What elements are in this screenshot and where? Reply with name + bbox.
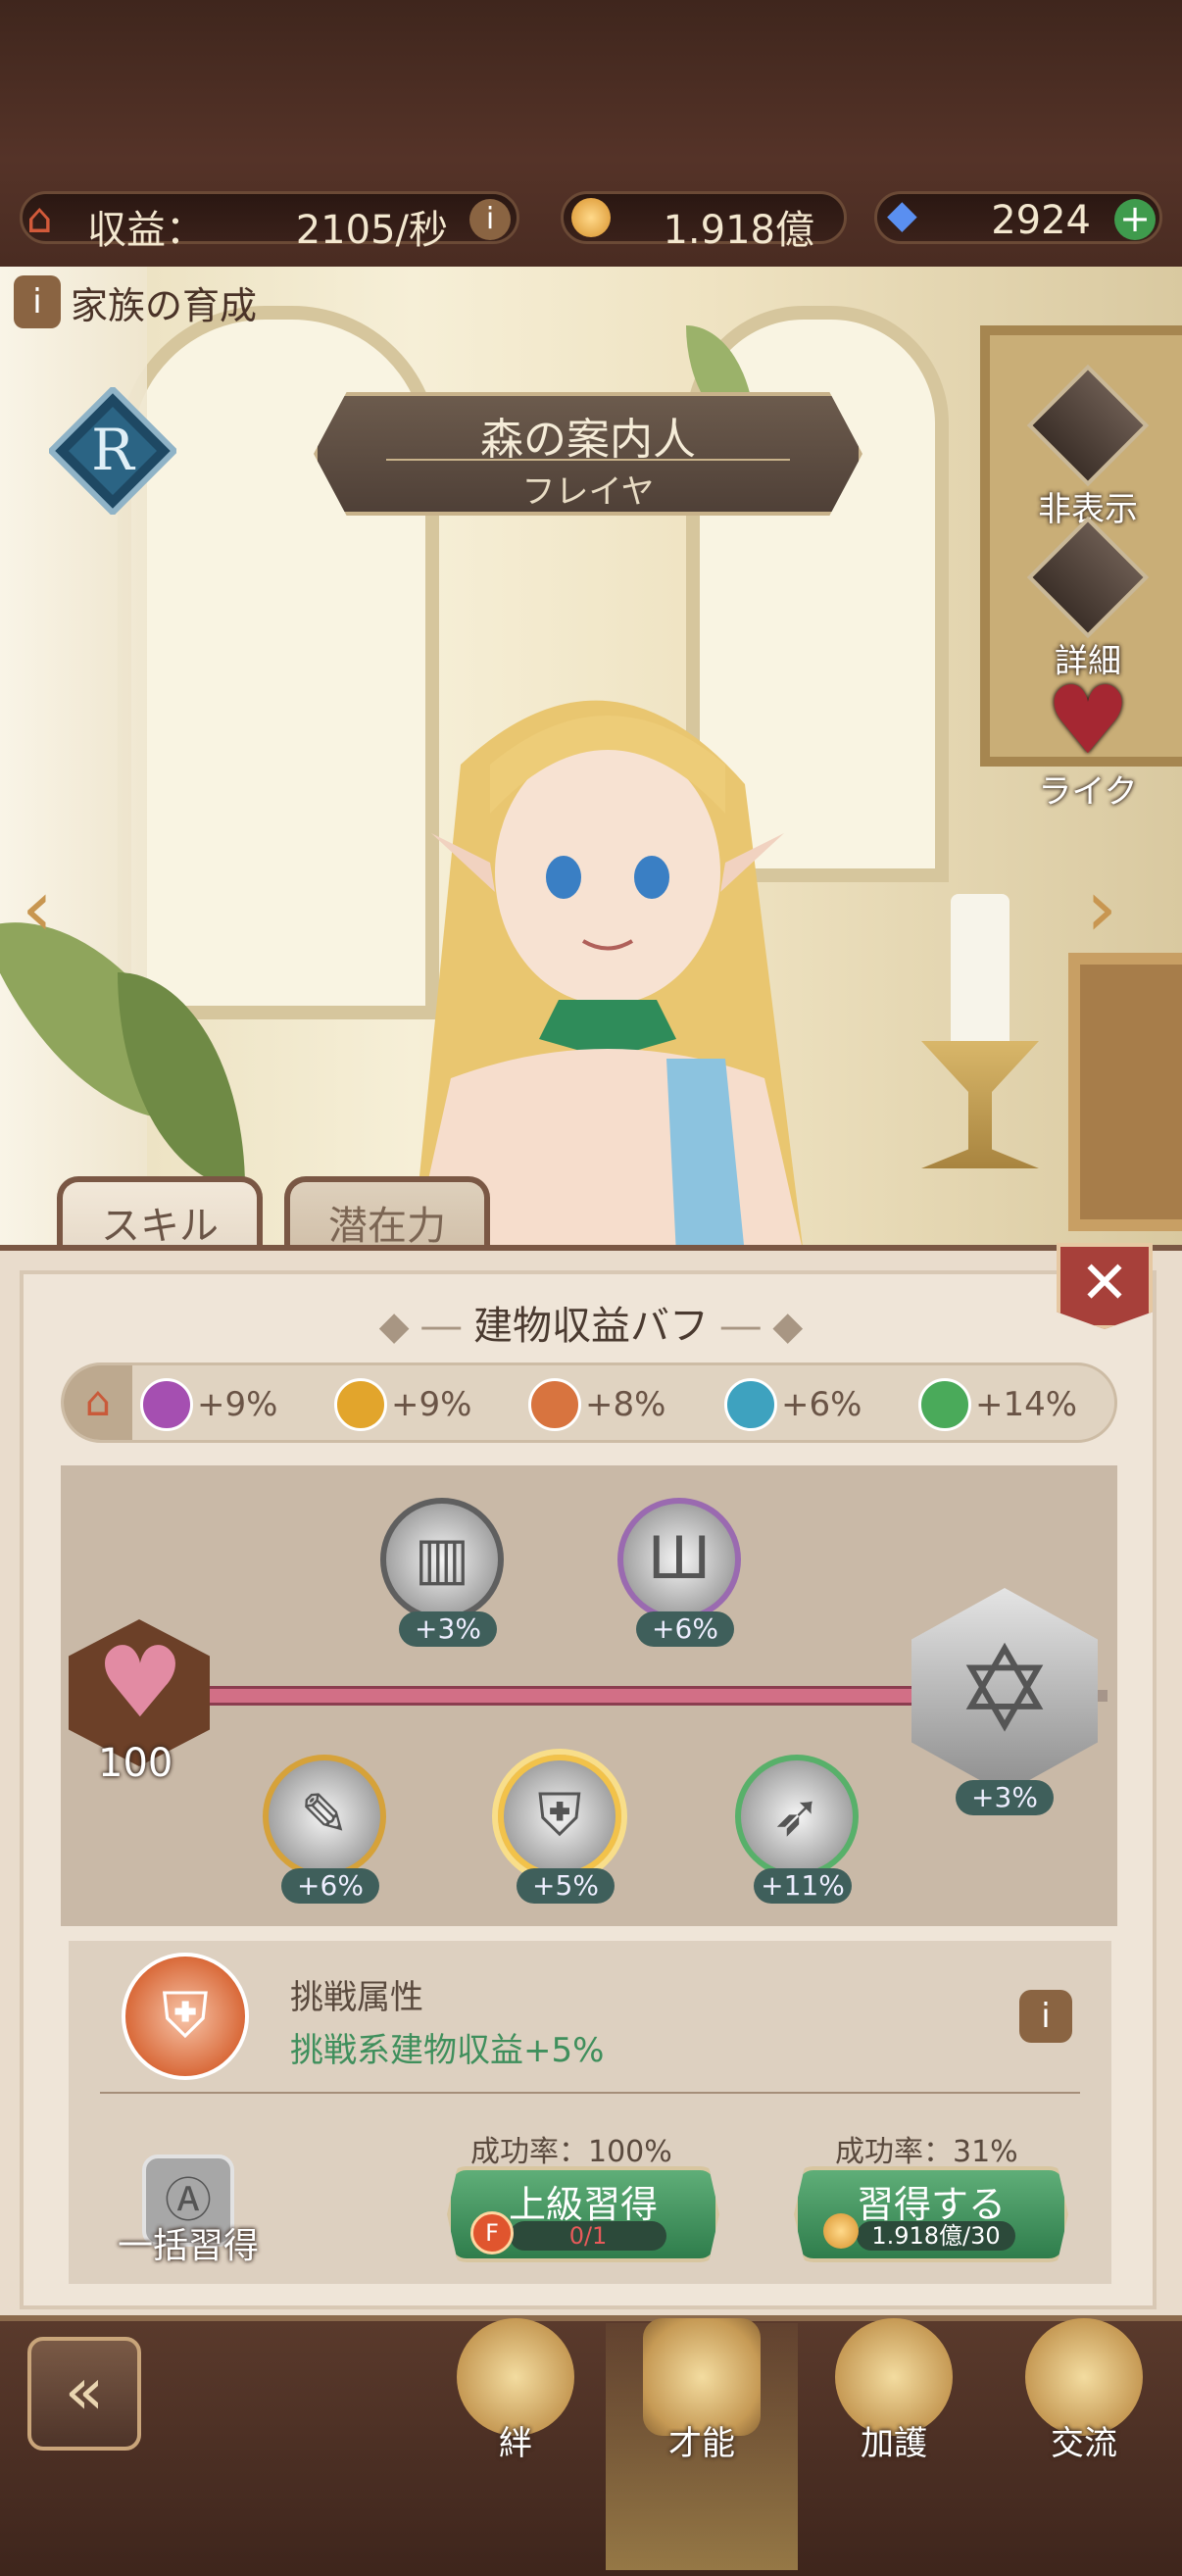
tree-progress-line: [176, 1686, 921, 1706]
info-icon[interactable]: i: [469, 199, 511, 240]
sword-shield-icon: ⛨: [537, 1781, 582, 1850]
skill-node-broom[interactable]: ✎ +6%: [263, 1755, 386, 1904]
like-button[interactable]: ♥ ライク: [1029, 666, 1147, 813]
nav-bond[interactable]: 絆: [447, 2318, 584, 2465]
income-display: ⌂ 収益： 2105/秒 i: [20, 191, 519, 253]
eye-icon: [1026, 364, 1150, 487]
gem-icon: ◆: [887, 192, 917, 237]
broom-icon: ✎: [299, 1781, 350, 1850]
hide-button[interactable]: 非表示: [1026, 364, 1150, 530]
buff-item: +6%: [724, 1377, 862, 1432]
gold-value: 1.918億: [663, 208, 814, 253]
skill-node-wing[interactable]: ➶ +11%: [735, 1755, 859, 1904]
building-buff-row: ⌂ +9% +9% +8% +6% +14%: [61, 1362, 1117, 1443]
house-icon: ⌂: [26, 194, 53, 242]
candle-stand: [921, 1041, 1039, 1168]
hexagram-icon: ✡: [955, 1622, 1055, 1759]
skill-name: 挑戦属性: [290, 1978, 423, 2017]
buff-item: +8%: [528, 1377, 665, 1432]
bottom-nav-bar: [0, 2315, 1182, 2576]
nav-talent[interactable]: 才能: [633, 2318, 770, 2465]
gold-coin-icon: [823, 2213, 859, 2249]
panel-title-text: 建物収益バフ: [473, 1304, 709, 1349]
panel-title: ◆ ― 建物収益バフ ― ◆: [378, 1304, 804, 1349]
wing-icon: ➶: [771, 1781, 822, 1850]
next-character-arrow[interactable]: ›: [1086, 863, 1117, 954]
heart-icon: ♥: [96, 1625, 184, 1740]
character-name: フレイヤ: [521, 472, 655, 512]
heart-level-value: 100: [98, 1741, 173, 1786]
lyre-icon: Ш: [647, 1524, 712, 1593]
add-gems-button[interactable]: +: [1114, 199, 1156, 240]
advanced-ticket-icon: F: [470, 2211, 514, 2254]
gem-display: ◆ 2924 +: [874, 191, 1162, 244]
info-icon[interactable]: i: [14, 275, 61, 328]
learn-cost: 1.918億/30: [871, 2222, 1001, 2250]
building-icon: ⌂: [64, 1365, 132, 1440]
bulk-learn-button[interactable]: Ⓐ 一括習得: [110, 2155, 267, 2282]
nav-exchange[interactable]: 交流: [1015, 2318, 1153, 2465]
income-value: 2105/秒: [295, 208, 448, 253]
character-portrait: [412, 700, 804, 1255]
info-icon[interactable]: i: [1019, 1990, 1072, 2043]
info-divider: [100, 2092, 1080, 2094]
list-icon: [1026, 516, 1150, 639]
candle: [951, 894, 1010, 1051]
skill-node-book[interactable]: ▥ +3%: [380, 1498, 504, 1647]
previous-character-arrow[interactable]: ‹: [22, 863, 53, 954]
final-node-value: +3%: [956, 1780, 1054, 1815]
gem-value: 2924: [991, 198, 1091, 243]
skill-icon: ⛨: [122, 1953, 249, 2080]
lyre-icon: [140, 1378, 193, 1431]
section-label: i 家族の育成: [14, 272, 257, 331]
sword-shield-icon: [528, 1378, 581, 1431]
photo-frame: [1068, 953, 1182, 1231]
heart-icon: ♥: [1045, 666, 1131, 775]
broom-icon: [334, 1378, 387, 1431]
skill-effect: 挑戦系建物収益+5%: [290, 2031, 605, 2070]
back-button[interactable]: «: [27, 2337, 141, 2451]
nav-protection[interactable]: 加護: [825, 2318, 962, 2465]
advanced-cost: 0/1: [568, 2222, 608, 2250]
character-title: 森の案内人: [480, 415, 696, 465]
buff-item: +14%: [918, 1377, 1077, 1432]
gold-display: 1.918億: [561, 191, 847, 253]
rank-letter: R: [91, 417, 136, 483]
skill-node-sword-shield-selected[interactable]: ⛨ +5%: [498, 1755, 621, 1904]
skill-node-lyre[interactable]: Ш +6%: [617, 1498, 741, 1647]
income-label: 収益：: [87, 208, 205, 253]
banner-divider: [386, 459, 790, 461]
character-banner: 森の案内人 フレイヤ: [314, 392, 862, 516]
advanced-success-rate: 成功率：100%: [470, 2135, 672, 2169]
wing-icon: [918, 1378, 971, 1431]
book-icon: ▥: [414, 1524, 470, 1593]
detail-button[interactable]: 詳細: [1026, 516, 1150, 682]
learn-success-rate: 成功率：31%: [835, 2135, 1018, 2169]
gold-coin-icon: [571, 198, 611, 237]
book-icon: [724, 1378, 777, 1431]
buff-item: +9%: [334, 1377, 471, 1432]
rank-badge: R: [49, 387, 176, 515]
buff-item: +9%: [140, 1377, 277, 1432]
